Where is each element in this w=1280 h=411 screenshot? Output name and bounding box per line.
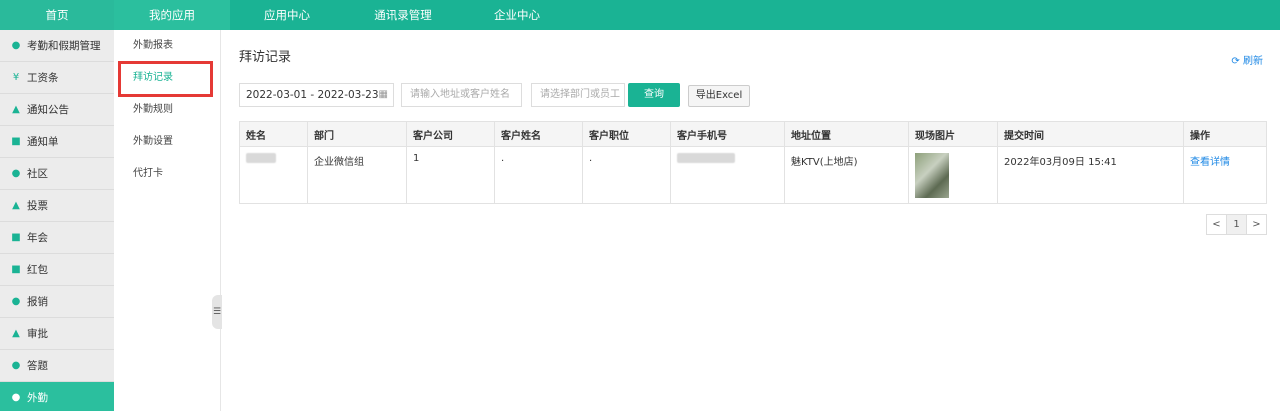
sidebar-item-label: 通知单 bbox=[27, 136, 59, 148]
sidebar-item-label: 考勤和假期管理 bbox=[27, 40, 101, 52]
yuan-icon: ¥ bbox=[12, 71, 20, 83]
sidebar-item-approval[interactable]: ▲ 审批 bbox=[0, 318, 114, 350]
cell-customer-name: . bbox=[494, 146, 583, 204]
col-header-action: 操作 bbox=[1183, 121, 1267, 147]
sidebar-item-vote[interactable]: ▲ 投票 bbox=[0, 190, 114, 222]
nav-app-center[interactable]: 应用中心 bbox=[230, 0, 344, 30]
col-header-name: 姓名 bbox=[239, 121, 308, 147]
sidebar-item-label: 社区 bbox=[27, 168, 48, 180]
red-packet-icon: ■ bbox=[11, 263, 21, 275]
refresh-button[interactable]: ⟳ 刷新 bbox=[1231, 52, 1263, 67]
location-pin-icon: ● bbox=[11, 391, 21, 403]
clock-icon: ● bbox=[11, 39, 21, 51]
view-details-link[interactable]: 查看详情 bbox=[1190, 157, 1230, 168]
sidebar-item-community[interactable]: ● 社区 bbox=[0, 158, 114, 190]
sidebar-item-annual-meeting[interactable]: ■ 年会 bbox=[0, 222, 114, 254]
submenu-item-proxy-clock[interactable]: 代打卡 bbox=[114, 158, 220, 190]
vote-icon: ▲ bbox=[12, 199, 20, 211]
cell-submit-time: 2022年03月09日 15:41 bbox=[997, 146, 1184, 204]
blurred-phone bbox=[677, 153, 735, 163]
page-title: 拜访记录 bbox=[239, 50, 292, 65]
col-header-photo: 现场图片 bbox=[908, 121, 998, 147]
sidebar-item-label: 年会 bbox=[27, 232, 48, 244]
sidebar-item-label: 工资条 bbox=[27, 72, 59, 84]
col-header-address: 地址位置 bbox=[784, 121, 909, 147]
calendar-icon: ▦ bbox=[378, 89, 388, 100]
query-button[interactable]: 查询 bbox=[628, 83, 680, 107]
highlight-box bbox=[118, 61, 213, 97]
sidebar-item-attendance[interactable]: ● 考勤和假期管理 bbox=[0, 30, 114, 62]
sidebar-item-label: 红包 bbox=[27, 264, 48, 276]
records-table: 姓名 部门 客户公司 客户姓名 客户职位 客户手机号 地址位置 现场图片 提交时… bbox=[239, 121, 1267, 204]
main-content: 拜访记录 ⟳ 刷新 2022-03-01 - 2022-03-23 ▦ 请输入地… bbox=[222, 30, 1280, 411]
sidebar-item-reimbursement[interactable]: ● 报销 bbox=[0, 286, 114, 318]
user-check-icon: ▲ bbox=[12, 327, 20, 339]
nav-contacts[interactable]: 通讯录管理 bbox=[344, 0, 462, 30]
sidebar-item-label: 外勤 bbox=[27, 392, 48, 404]
sidebar-item-label: 审批 bbox=[27, 328, 48, 340]
export-excel-button[interactable]: 导出Excel bbox=[688, 85, 750, 107]
submenu-item-report[interactable]: 外勤报表 bbox=[114, 30, 220, 62]
table-header-row: 姓名 部门 客户公司 客户姓名 客户职位 客户手机号 地址位置 现场图片 提交时… bbox=[239, 121, 1267, 147]
sidebar-item-payslip[interactable]: ¥ 工资条 bbox=[0, 62, 114, 94]
col-header-customer-title: 客户职位 bbox=[582, 121, 671, 147]
sidebar-item-notice[interactable]: ■ 通知单 bbox=[0, 126, 114, 158]
chat-icon: ● bbox=[11, 167, 21, 179]
sidebar-item-label: 通知公告 bbox=[27, 104, 69, 116]
cell-customer-phone bbox=[670, 146, 785, 204]
col-header-submit-time: 提交时间 bbox=[997, 121, 1184, 147]
col-header-company: 客户公司 bbox=[406, 121, 495, 147]
sidebar: ● 考勤和假期管理 ¥ 工资条 ▲ 通知公告 ■ 通知单 ● 社区 ▲ 投票 ■ 年会 ■ 红包… bbox=[0, 30, 114, 411]
department-select[interactable]: 请选择部门或员工 bbox=[531, 83, 625, 107]
col-header-customer-name: 客户姓名 bbox=[494, 121, 583, 147]
card-icon: ■ bbox=[11, 231, 21, 243]
cell-department: 企业微信组 bbox=[307, 146, 407, 204]
blurred-name bbox=[246, 153, 276, 163]
sidebar-item-red-packet[interactable]: ■ 红包 bbox=[0, 254, 114, 286]
site-photo[interactable] bbox=[915, 153, 949, 198]
date-range-input[interactable]: 2022-03-01 - 2022-03-23 ▦ bbox=[239, 83, 394, 107]
sidebar-item-field-work[interactable]: ● 外勤 bbox=[0, 382, 114, 411]
top-nav: 首页 我的应用 应用中心 通讯录管理 企业中心 bbox=[0, 0, 1280, 30]
page-number-button[interactable]: 1 bbox=[1226, 214, 1247, 235]
nav-home[interactable]: 首页 bbox=[0, 0, 114, 30]
col-header-department: 部门 bbox=[307, 121, 407, 147]
next-page-button[interactable]: > bbox=[1246, 214, 1267, 235]
document-icon: ■ bbox=[11, 135, 21, 147]
bell-icon: ▲ bbox=[12, 103, 20, 115]
submenu-item-rules[interactable]: 外勤规则 bbox=[114, 94, 220, 126]
sidebar-item-announcement[interactable]: ▲ 通知公告 bbox=[0, 94, 114, 126]
cell-company: 1 bbox=[406, 146, 495, 204]
cell-photo bbox=[908, 146, 998, 204]
date-range-value: 2022-03-01 - 2022-03-23 bbox=[246, 89, 379, 101]
sidebar-item-label: 投票 bbox=[27, 200, 48, 212]
submenu-item-settings[interactable]: 外勤设置 bbox=[114, 126, 220, 158]
refresh-icon: ⟳ bbox=[1231, 56, 1240, 67]
nav-enterprise[interactable]: 企业中心 bbox=[462, 0, 572, 30]
cell-address: 魅KTV(上地店) bbox=[784, 146, 909, 204]
cell-action: 查看详情 bbox=[1183, 146, 1267, 204]
sidebar-item-label: 报销 bbox=[27, 296, 48, 308]
sidebar-item-label: 答题 bbox=[27, 360, 48, 372]
refresh-label: 刷新 bbox=[1243, 56, 1263, 67]
nav-my-apps[interactable]: 我的应用 bbox=[114, 0, 230, 30]
pagination: < 1 > bbox=[1206, 214, 1267, 235]
collapse-handle-icon[interactable]: ☰ bbox=[212, 295, 222, 329]
prev-page-button[interactable]: < bbox=[1206, 214, 1227, 235]
coin-icon: ● bbox=[11, 295, 21, 307]
col-header-customer-phone: 客户手机号 bbox=[670, 121, 785, 147]
sidebar-item-quiz[interactable]: ● 答题 bbox=[0, 350, 114, 382]
cell-customer-title: . bbox=[582, 146, 671, 204]
table-row: 企业微信组 1 . . 魅KTV(上地店) 2022年03月09日 15:41 … bbox=[239, 146, 1267, 204]
address-search-input[interactable]: 请输入地址或客户姓名 bbox=[401, 83, 522, 107]
cell-name bbox=[239, 146, 308, 204]
link-icon: ● bbox=[11, 359, 21, 371]
